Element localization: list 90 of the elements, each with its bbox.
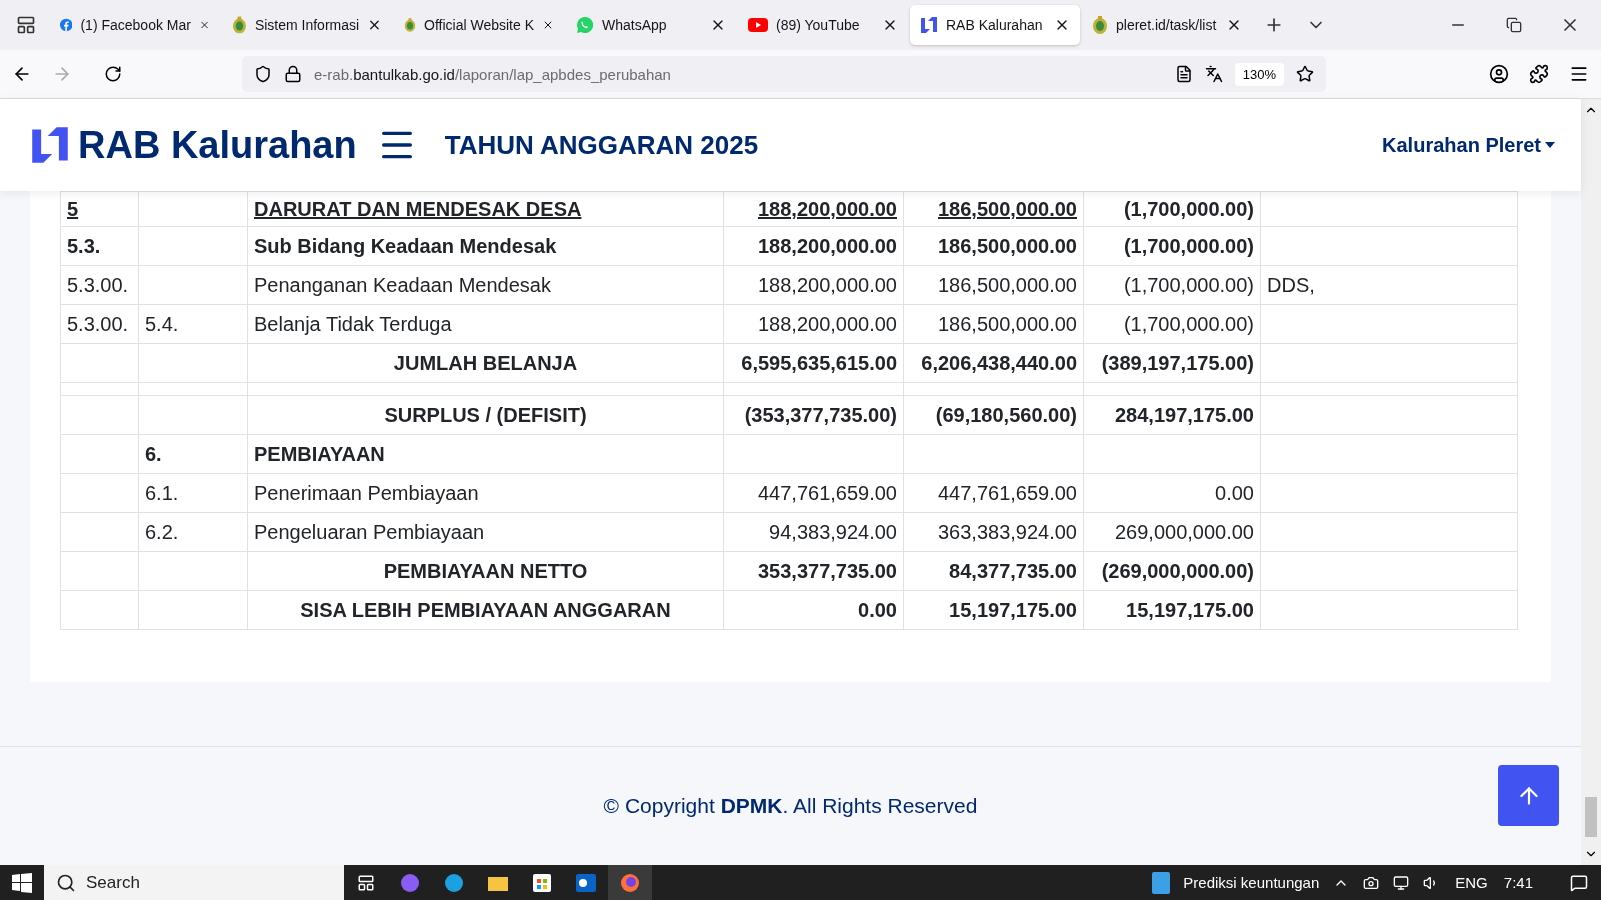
browser-tab[interactable]: RAB Kalurahan: [910, 5, 1080, 45]
browser-tab[interactable]: pleret.id/task/list: [1082, 5, 1252, 45]
table-cell: 186,500,000.00: [903, 265, 1084, 305]
table-cell: 284,197,175.00: [1083, 395, 1261, 435]
emblem-icon: [232, 15, 247, 35]
table-cell: 186,500,000.00: [903, 304, 1084, 344]
table-cell: (1,700,000.00): [1083, 226, 1261, 266]
table-cell: 188,200,000.00: [723, 265, 904, 305]
table-cell: 6,595,635,615.00: [723, 343, 904, 383]
logo-icon: [30, 125, 70, 165]
table-cell: 269,000,000.00: [1083, 512, 1261, 552]
table-cell: 5.3.00.: [60, 304, 139, 344]
table-cell: (1,700,000.00): [1083, 191, 1261, 227]
table-cell: SISA LEBIH PEMBIAYAAN ANGGARAN: [247, 590, 724, 630]
table-cell: 6.: [138, 434, 248, 474]
table-cell: 84,377,735.00: [903, 551, 1084, 591]
table-cell: Belanja Tidak Terduga: [247, 304, 724, 344]
table-cell: 6,206,438,440.00: [903, 343, 1084, 383]
table-cell: 447,761,659.00: [723, 473, 904, 513]
table-cell: Penanganan Keadaan Mendesak: [247, 265, 724, 305]
reload-icon[interactable]: [104, 65, 122, 83]
table-cell: JUMLAH BELANJA: [247, 343, 724, 383]
table-cell: (69,180,560.00): [903, 395, 1084, 435]
table-cell: Pengeluaran Pembiayaan: [247, 512, 724, 552]
budget-year: TAHUN ANGGARAN 2025: [444, 129, 760, 161]
back-to-top-button[interactable]: [1498, 765, 1559, 826]
lock-icon: [284, 65, 302, 83]
taskbar-search[interactable]: Search: [44, 865, 344, 900]
table-cell: 15,197,175.00: [903, 590, 1084, 630]
zoom-level[interactable]: 130%: [1234, 62, 1284, 86]
browser-tab[interactable]: Official Website K: [394, 5, 564, 45]
table-cell: DARURAT DAN MENDESAK DESA: [247, 191, 724, 227]
play-icon: [748, 18, 768, 32]
table-cell: 94,383,924.00: [723, 512, 904, 552]
table-cell: 447,761,659.00: [903, 473, 1084, 513]
table-cell: 5.3.00.: [60, 265, 139, 305]
table-cell: DDS,: [1260, 265, 1518, 305]
table-cell: 5: [60, 191, 139, 227]
table-cell: Penerimaan Pembiayaan: [247, 473, 724, 513]
widget-text[interactable]: Prediksi keuntungan: [1183, 874, 1320, 891]
account-icon[interactable]: [1489, 64, 1509, 84]
table-cell: 363,383,924.00: [903, 512, 1084, 552]
scroll-thumb[interactable]: [1585, 797, 1597, 837]
shield-icon: [254, 65, 272, 83]
browser-tab[interactable]: (89) YouTube: [738, 5, 908, 45]
circle-f-icon: [60, 16, 73, 34]
language-indicator[interactable]: ENG: [1455, 874, 1488, 891]
table-cell: Sub Bidang Keadaan Mendesak: [247, 226, 724, 266]
table-cell: 15,197,175.00: [1083, 590, 1261, 630]
camera-icon[interactable]: [1363, 874, 1380, 891]
table-cell: 188,200,000.00: [723, 226, 904, 266]
star-icon[interactable]: [1296, 65, 1314, 83]
table-cell: 5.4.: [138, 304, 248, 344]
logo-icon: [920, 16, 938, 34]
table-cell: 5.3.: [60, 226, 139, 266]
scrollbar[interactable]: [1581, 99, 1601, 865]
browser-tab[interactable]: WhatsApp: [566, 5, 736, 45]
table-cell: PEMBIAYAAN NETTO: [247, 551, 724, 591]
table-cell: (269,000,000.00): [1083, 551, 1261, 591]
browser-tab[interactable]: Sistem Informasi: [222, 5, 392, 45]
emblem-icon: [404, 15, 416, 35]
table-cell: 186,500,000.00: [903, 226, 1084, 266]
menu-icon[interactable]: [1569, 64, 1589, 84]
user-menu[interactable]: Kalurahan Pleret: [1382, 133, 1555, 157]
table-cell: (389,197,175.00): [1083, 343, 1261, 383]
table-cell: 353,377,735.00: [723, 551, 904, 591]
chat-bubble-icon: [576, 16, 594, 34]
table-cell: 6.1.: [138, 473, 248, 513]
reader-icon[interactable]: [1174, 65, 1193, 83]
table-cell: (1,700,000.00): [1083, 304, 1261, 344]
copyright-text: © Copyright DPMK. All Rights Reserved: [603, 794, 978, 818]
table-cell: 6.2.: [138, 512, 248, 552]
table-cell: 0.00: [723, 590, 904, 630]
browser-tab[interactable]: (1) Facebook Mar: [50, 5, 220, 45]
translate-icon[interactable]: [1204, 65, 1223, 83]
search-icon: [56, 872, 76, 893]
table-cell: 188,200,000.00: [723, 191, 904, 227]
address-bar[interactable]: e-rab.bantulkab.go.id/laporan/lap_apbdes_perubahan 130%: [242, 56, 1326, 92]
table-cell: 186,500,000.00: [903, 191, 1084, 227]
puzzle-icon[interactable]: [1529, 64, 1549, 84]
table-cell: PEMBIAYAAN: [247, 434, 724, 474]
table-cell: SURPLUS / (DEFISIT): [247, 395, 724, 435]
emblem-icon: [1092, 15, 1108, 35]
caret-icon: [1545, 142, 1555, 148]
table-cell: (353,377,735.00): [723, 395, 904, 435]
logo-text[interactable]: RAB Kalurahan: [78, 123, 357, 167]
table-cell: 188,200,000.00: [723, 304, 904, 344]
table-cell: (1,700,000.00): [1083, 265, 1261, 305]
table-cell: 0.00: [1083, 473, 1261, 513]
clock[interactable]: 7:41: [1503, 874, 1533, 891]
